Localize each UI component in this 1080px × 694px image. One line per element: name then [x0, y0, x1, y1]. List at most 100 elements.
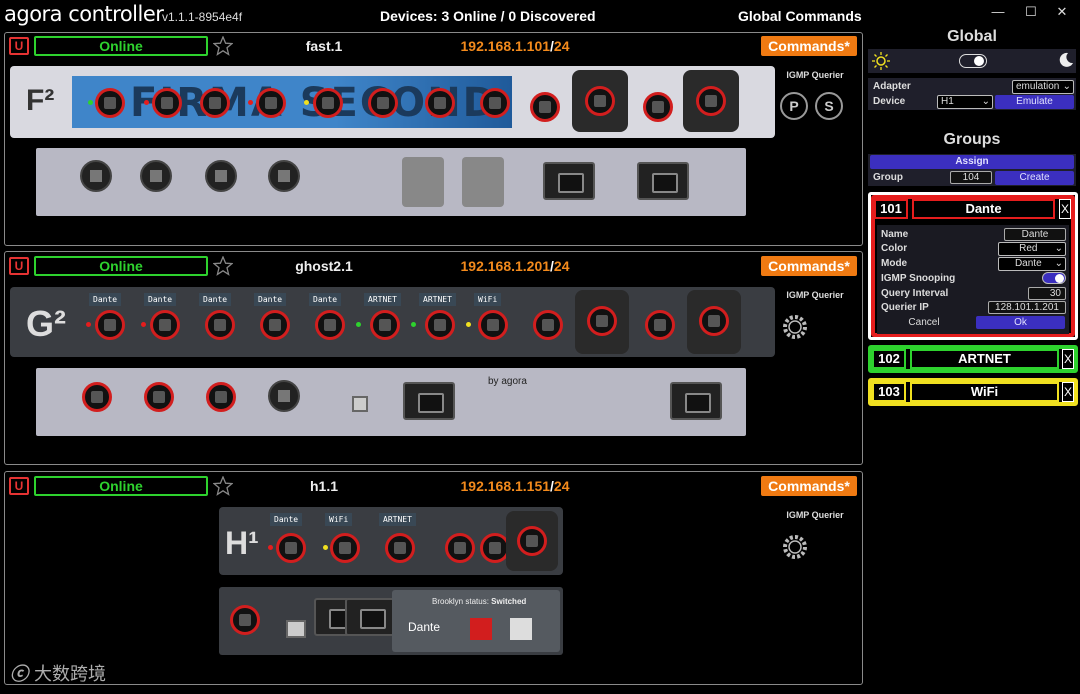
cat-port[interactable]: [352, 396, 368, 412]
port-tag: WiFi: [474, 293, 502, 306]
port[interactable]: [150, 310, 180, 340]
igmp-snooping-toggle[interactable]: [1042, 272, 1066, 284]
primary-badge[interactable]: P: [780, 92, 808, 120]
group-label: Group: [873, 172, 903, 183]
port[interactable]: [585, 86, 615, 116]
port[interactable]: [699, 306, 729, 336]
querier-ip-input[interactable]: 128.101.1.201: [988, 301, 1066, 314]
port[interactable]: [587, 306, 617, 336]
star-icon[interactable]: [213, 256, 233, 276]
gear-icon[interactable]: [780, 532, 810, 562]
port[interactable]: [260, 310, 290, 340]
rear-port[interactable]: [268, 380, 300, 412]
group-number: 102: [872, 349, 906, 369]
port[interactable]: [368, 88, 398, 118]
secondary-port[interactable]: [510, 618, 532, 640]
port[interactable]: [330, 533, 360, 563]
device-ip: 192.168.1.201/24: [460, 258, 570, 274]
power-inlet: [345, 598, 397, 636]
port[interactable]: [425, 88, 455, 118]
star-icon[interactable]: [213, 476, 233, 496]
port[interactable]: [315, 310, 345, 340]
color-select[interactable]: Red ⌄: [998, 242, 1066, 256]
front-logo: H¹: [225, 525, 259, 561]
port[interactable]: [696, 86, 726, 116]
led: [323, 545, 328, 550]
commands-button[interactable]: Commands*: [761, 36, 857, 56]
rear-port[interactable]: [80, 160, 112, 192]
rear-port[interactable]: [82, 382, 112, 412]
group-name[interactable]: ARTNET: [910, 349, 1059, 369]
delete-group-button[interactable]: X: [1062, 382, 1074, 402]
emulate-button[interactable]: Emulate: [995, 95, 1074, 109]
port[interactable]: [205, 310, 235, 340]
port[interactable]: [313, 88, 343, 118]
theme-toggle[interactable]: [959, 54, 987, 68]
rear-port[interactable]: [144, 382, 174, 412]
port[interactable]: [152, 88, 182, 118]
port[interactable]: [480, 88, 510, 118]
rear-port[interactable]: [230, 605, 260, 635]
delete-group-button[interactable]: X: [1059, 199, 1071, 219]
secondary-badge[interactable]: S: [815, 92, 843, 120]
port[interactable]: [95, 88, 125, 118]
port[interactable]: [445, 533, 475, 563]
device-select[interactable]: H1 ⌄: [937, 95, 993, 109]
online-status: Online: [34, 36, 208, 56]
unit-button[interactable]: U: [9, 477, 29, 495]
port[interactable]: [256, 88, 286, 118]
ok-button[interactable]: Ok: [976, 316, 1065, 329]
close-button[interactable]: ✕: [1052, 4, 1072, 20]
mode-select[interactable]: Dante ⌄: [998, 257, 1066, 271]
name-input[interactable]: Dante: [1004, 228, 1066, 241]
port[interactable]: [95, 310, 125, 340]
unit-button[interactable]: U: [9, 37, 29, 55]
port[interactable]: [478, 310, 508, 340]
led: [411, 322, 416, 327]
moon-icon: [1059, 52, 1073, 67]
delete-group-button[interactable]: X: [1062, 349, 1074, 369]
port[interactable]: [200, 88, 230, 118]
create-button[interactable]: Create: [995, 171, 1074, 185]
rear-port[interactable]: [140, 160, 172, 192]
rear-port[interactable]: [206, 382, 236, 412]
minimize-button[interactable]: —: [988, 4, 1008, 20]
fiber-port[interactable]: [402, 157, 444, 207]
port[interactable]: [276, 533, 306, 563]
port[interactable]: [643, 92, 673, 122]
fiber-port[interactable]: [462, 157, 504, 207]
primary-port[interactable]: [470, 618, 492, 640]
dante-logo: Dante: [408, 620, 441, 634]
query-interval-label: Query Interval: [881, 288, 949, 299]
group-name[interactable]: Dante: [912, 199, 1055, 219]
rear-port[interactable]: [205, 160, 237, 192]
adapter-select[interactable]: emulation ⌄: [1012, 80, 1074, 94]
commands-button[interactable]: Commands*: [761, 256, 857, 276]
star-icon[interactable]: [213, 36, 233, 56]
port[interactable]: [385, 533, 415, 563]
cancel-button[interactable]: Cancel: [880, 317, 968, 329]
port[interactable]: [517, 526, 547, 556]
maximize-button[interactable]: ☐: [1021, 4, 1041, 20]
query-interval-input[interactable]: 30: [1028, 287, 1066, 300]
cat-port[interactable]: [286, 620, 306, 638]
rear-port[interactable]: [268, 160, 300, 192]
groups-title: Groups: [943, 131, 1001, 148]
port[interactable]: [425, 310, 455, 340]
port[interactable]: [533, 310, 563, 340]
port[interactable]: [530, 92, 560, 122]
global-commands-title: Global Commands: [738, 8, 862, 24]
group-number: 103: [872, 382, 906, 402]
assign-button[interactable]: Assign: [870, 155, 1074, 169]
led: [86, 322, 91, 327]
port[interactable]: [645, 310, 675, 340]
port[interactable]: [370, 310, 400, 340]
gear-icon[interactable]: [780, 312, 810, 342]
commands-button[interactable]: Commands*: [761, 476, 857, 496]
led: [356, 322, 361, 327]
port-tag: ARTNET: [364, 293, 401, 306]
unit-button[interactable]: U: [9, 257, 29, 275]
group-number-input[interactable]: 104: [950, 171, 992, 184]
group-name[interactable]: WiFi: [910, 382, 1059, 402]
igmp-querier-label: IGMP Querier: [786, 510, 844, 520]
